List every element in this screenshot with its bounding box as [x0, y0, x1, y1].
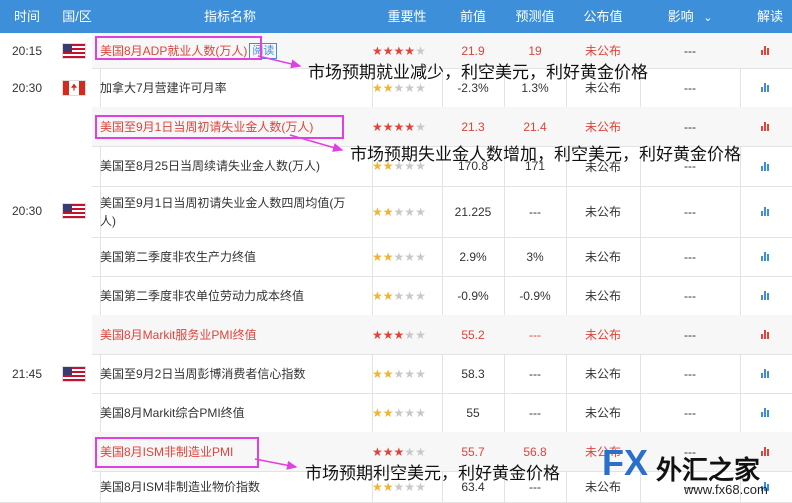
annotation-note-3: 市场预期利空美元，利好黄金价格 — [305, 464, 560, 483]
arrow-ism — [254, 458, 298, 470]
fx68-watermark-logo: FX 外汇之家 www.fx68.com — [600, 442, 792, 502]
arrow-jobless — [289, 134, 344, 152]
logo-url: www.fx68.com — [684, 482, 768, 497]
arrow-adp — [257, 55, 302, 69]
annotation-note-2: 市场预期失业金人数增加，利空美元，利好黄金价格 — [350, 145, 741, 164]
annotation-note-1: 市场预期就业减少，利空美元，利好黄金价格 — [308, 63, 648, 82]
logo-fx: FX — [602, 442, 649, 483]
